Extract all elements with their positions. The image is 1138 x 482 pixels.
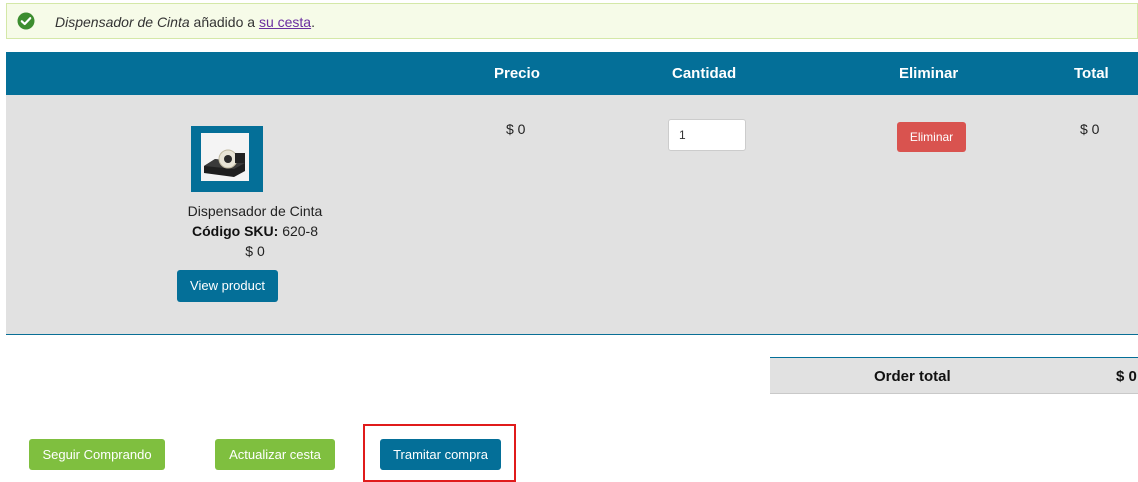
row-price: $ 0 — [506, 121, 526, 137]
notice-product-name: Dispensador de Cinta — [55, 14, 190, 30]
continue-shopping-button[interactable]: Seguir Comprando — [29, 439, 165, 470]
row-total: $ 0 — [1080, 121, 1100, 137]
order-total-label: Order total — [874, 368, 951, 385]
product-name: Dispensador de Cinta — [187, 203, 323, 219]
checkout-button[interactable]: Tramitar compra — [380, 439, 501, 470]
header-price: Precio — [494, 65, 540, 82]
quantity-input[interactable] — [668, 119, 746, 151]
header-total: Total — [1074, 65, 1109, 82]
sku-label: Código SKU: — [191, 223, 279, 239]
product-sku: Código SKU: 620-8 — [6, 223, 504, 239]
header-remove: Eliminar — [899, 65, 959, 82]
cart-link[interactable]: su cesta — [259, 14, 311, 30]
remove-button[interactable]: Eliminar — [897, 122, 966, 152]
product-image-link[interactable] — [191, 126, 263, 192]
order-total-value: $ 0 — [1116, 368, 1137, 385]
update-cart-button[interactable]: Actualizar cesta — [215, 439, 335, 470]
notice-message: Dispensador de Cinta añadido a su cesta. — [55, 14, 315, 30]
cart-table: Precio Cantidad Eliminar Total Dispensad… — [6, 52, 1138, 335]
product-unit-price: $ 0 — [245, 243, 265, 259]
notice-text: añadido a — [189, 14, 259, 30]
success-notice: Dispensador de Cinta añadido a su cesta. — [6, 3, 1138, 39]
order-total-row: Order total $ 0 — [770, 357, 1138, 394]
sku-value: 620-8 — [278, 223, 319, 239]
view-product-button[interactable]: View product — [177, 270, 278, 302]
tape-dispenser-image — [201, 133, 249, 181]
cart-table-header: Precio Cantidad Eliminar Total — [6, 52, 1138, 95]
header-quantity: Cantidad — [672, 65, 737, 82]
check-circle-icon — [17, 12, 35, 30]
notice-suffix: . — [311, 14, 315, 30]
